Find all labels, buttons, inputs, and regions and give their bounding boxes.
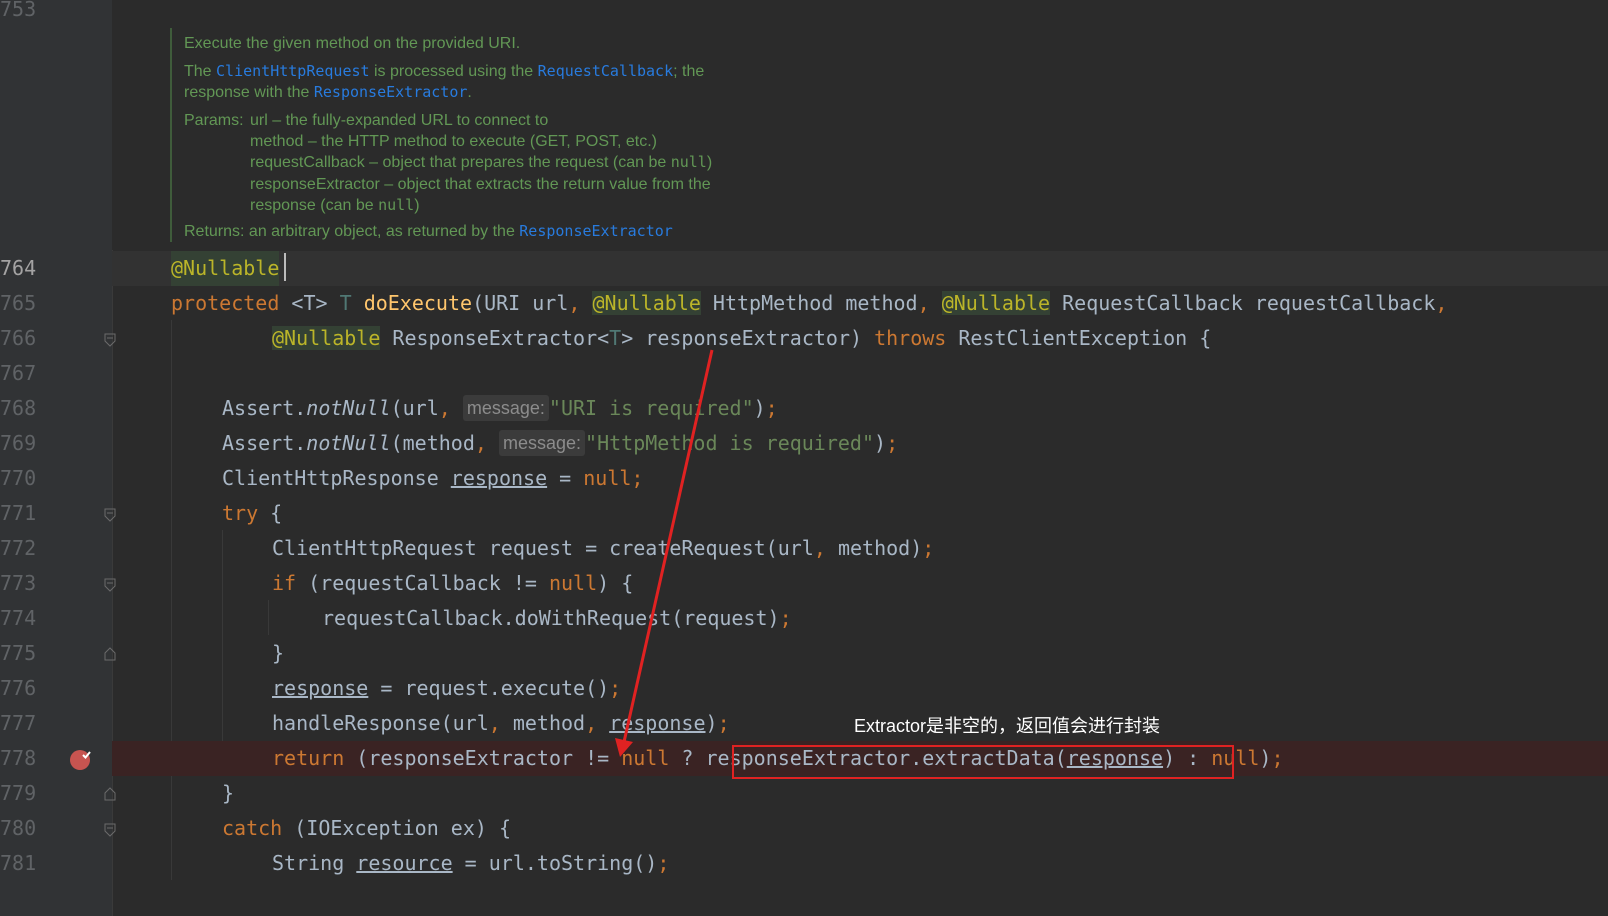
line-number: 773 [0,571,37,595]
breakpoint-icon[interactable] [69,749,91,771]
code-line-768[interactable]: Assert.notNull(url, message: "URI is requ… [112,391,1608,426]
code-line-770[interactable]: ClientHttpResponse response = null; [112,461,1608,496]
line-number: 766 [0,326,37,350]
code-line-775[interactable]: } [112,636,1608,671]
highlight-box [732,745,1234,779]
line-number: 772 [0,536,37,560]
code-line-776[interactable]: response = request.execute(); [112,671,1608,706]
line-number: 771 [0,501,37,525]
line-number: 765 [0,291,37,315]
line-number: 779 [0,781,37,805]
doc-summary: Execute the given method on the provided… [184,35,521,52]
line-number: 781 [0,851,37,875]
code-line-764[interactable]: @Nullable [112,251,1608,286]
line-number: 769 [0,431,37,455]
doc-paragraph: The ClientHttpRequest is processed using… [184,62,705,80]
doc-link[interactable]: ResponseExtractor [314,83,468,101]
line-number: 767 [0,361,37,385]
code-line-780[interactable]: catch (IOException ex) { [112,811,1608,846]
annotation-note: Extractor是非空的，返回值会进行封装 [854,716,1161,736]
parameter-hint: message: [498,430,586,456]
doc-link[interactable]: RequestCallback [538,62,673,80]
line-number: 777 [0,711,37,735]
code-line-781[interactable]: String resource = url.toString(); [112,846,1608,881]
code-line-766[interactable]: @Nullable ResponseExtractor<T> responseE… [112,321,1608,356]
javadoc-bar [170,28,172,242]
code-line-779[interactable]: } [112,776,1608,811]
parameter-hint: message: [462,395,549,421]
text-caret [284,253,286,281]
line-number: 775 [0,641,37,665]
code-line-773[interactable]: if (requestCallback != null) { [112,566,1608,601]
line-number: 753 [0,0,37,21]
doc-link[interactable]: ClientHttpRequest [216,62,370,80]
line-number: 770 [0,466,37,490]
line-number: 764 [0,256,37,280]
line-number: 774 [0,606,37,630]
line-number: 780 [0,816,37,840]
doc-returns: Returns: an arbitrary object, as returne… [184,222,673,240]
line-number: 776 [0,676,37,700]
code-line-772[interactable]: ClientHttpRequest request = createReques… [112,531,1608,566]
line-number: 768 [0,396,37,420]
line-number: 778 [0,746,37,770]
code-line-765[interactable]: protected <T> T doExecute(URI url, @Null… [112,286,1608,321]
doc-params: Params: url – the fully-expanded URL to c… [184,112,549,129]
code-line-774[interactable]: requestCallback.doWithRequest(request); [112,601,1608,636]
code-line-771[interactable]: try { [112,496,1608,531]
code-line-769[interactable]: Assert.notNull(method, message: "HttpMeth… [112,426,1608,461]
doc-link[interactable]: ResponseExtractor [519,222,673,240]
doc-paragraph: response with the ResponseExtractor. [184,83,472,101]
